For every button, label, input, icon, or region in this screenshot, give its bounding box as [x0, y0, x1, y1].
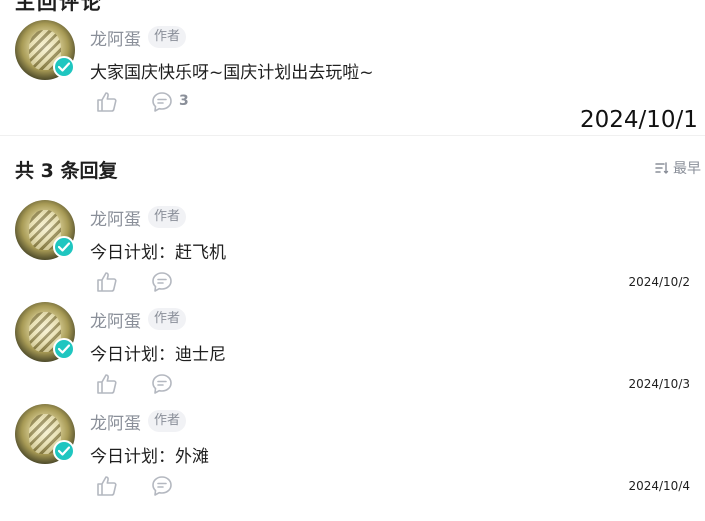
avatar[interactable] — [15, 302, 75, 362]
sort-button[interactable]: 最早 — [655, 158, 701, 178]
avatar[interactable] — [15, 20, 75, 80]
username[interactable]: 龙阿蛋 — [90, 409, 141, 434]
reply-date: 2024/10/3 — [628, 377, 690, 391]
author-tag: 作者 — [148, 26, 187, 48]
username[interactable]: 龙阿蛋 — [90, 205, 141, 230]
sort-label: 最早 — [673, 161, 701, 177]
author-tag: 作者 — [148, 308, 187, 330]
main-comment: 龙阿蛋 作者 大家国庆快乐呀~国庆计划出去玩啦~ 3 2024/10/1 — [0, 20, 705, 133]
sort-icon — [655, 162, 669, 174]
verified-check-icon — [53, 56, 75, 78]
section-title: 主回评论 — [15, 0, 103, 14]
reply-item: 龙阿蛋 作者 今日计划：外滩 2024/10/4 — [0, 404, 705, 504]
username[interactable]: 龙阿蛋 — [90, 307, 141, 332]
reply-item: 龙阿蛋 作者 今日计划：迪士尼 2024/10/3 — [0, 302, 705, 402]
author-tag: 作者 — [148, 410, 187, 432]
thumbs-up-icon[interactable] — [95, 474, 119, 498]
reply-content: 今日计划：迪士尼 — [90, 345, 226, 365]
username[interactable]: 龙阿蛋 — [90, 25, 141, 50]
comment-icon[interactable] — [150, 372, 174, 396]
comment-thread: 主回评论 龙阿蛋 作者 大家国庆快乐呀~国庆计划出去玩啦~ 3 2024/10/… — [0, 0, 705, 521]
thumbs-up-icon[interactable] — [95, 270, 119, 294]
verified-check-icon — [53, 338, 75, 360]
reply-content: 今日计划：外滩 — [90, 447, 209, 467]
comment-icon[interactable] — [150, 90, 174, 114]
thumbs-up-icon[interactable] — [95, 90, 119, 114]
reply-count: 3 — [179, 93, 189, 109]
comment-content: 大家国庆快乐呀~国庆计划出去玩啦~ — [90, 63, 374, 83]
reply-date: 2024/10/4 — [628, 479, 690, 493]
reply-content: 今日计划：赶飞机 — [90, 243, 226, 263]
verified-check-icon — [53, 236, 75, 258]
comment-icon[interactable] — [150, 270, 174, 294]
author-tag: 作者 — [148, 206, 187, 228]
comment-date: 2024/10/1 — [580, 107, 698, 133]
reply-date: 2024/10/2 — [628, 275, 690, 289]
replies-header-title: 共 3 条回复 — [15, 160, 118, 182]
avatar[interactable] — [15, 404, 75, 464]
thumbs-up-icon[interactable] — [95, 372, 119, 396]
comment-icon[interactable] — [150, 474, 174, 498]
verified-check-icon — [53, 440, 75, 462]
avatar[interactable] — [15, 200, 75, 260]
divider — [0, 135, 705, 136]
reply-item: 龙阿蛋 作者 今日计划：赶飞机 2024/10/2 — [0, 200, 705, 300]
